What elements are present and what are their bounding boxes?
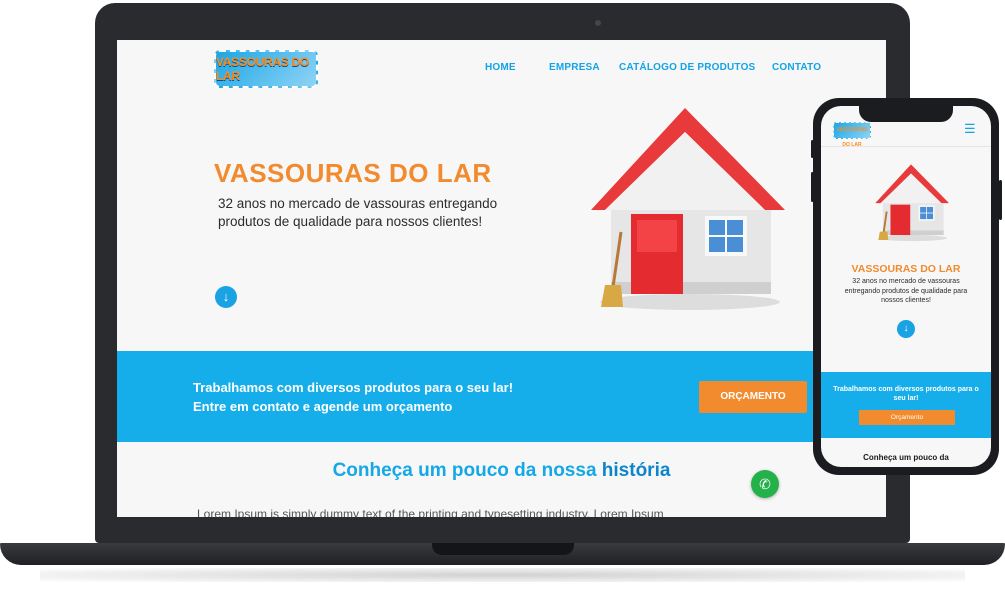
phone-power-button xyxy=(999,180,1002,220)
history-title-prefix: Conheça um pouco da nossa xyxy=(332,460,602,481)
orcamento-button[interactable]: ORÇAMENTO xyxy=(699,381,807,413)
whatsapp-icon[interactable]: ✆ xyxy=(751,470,779,498)
phone-side-button xyxy=(811,140,814,158)
banner-text: Trabalhamos com diversos produtos para o… xyxy=(193,378,513,416)
history-body: Lorem Ipsum is simply dummy text of the … xyxy=(197,507,664,517)
laptop-shadow xyxy=(40,568,965,582)
hamburger-menu-icon[interactable]: ☰ xyxy=(964,122,976,136)
nav-home[interactable]: HOME xyxy=(485,62,516,73)
mobile-orcamento-button[interactable]: Orçamento xyxy=(859,410,955,425)
mobile-hero-title: VASSOURAS DO LAR xyxy=(851,263,961,275)
arrow-down-icon[interactable]: ↓ xyxy=(897,320,915,338)
house-illustration xyxy=(585,102,785,312)
mobile-history-title: Conheça um pouco da xyxy=(863,453,949,462)
hero-title: VASSOURAS DO LAR xyxy=(214,158,492,188)
mobile-banner-text: Trabalhamos com diversos produtos para o… xyxy=(833,386,979,402)
hero-text: 32 anos no mercado de vassouras entregan… xyxy=(218,196,498,229)
mobile-website: VASSOURAS DO LAR ☰ VASSOURAS DO LAR 32 a… xyxy=(821,106,991,467)
mobile-house-illustration xyxy=(873,162,949,242)
mobile-hero-text: 32 anos no mercado de vassouras entregan… xyxy=(844,278,968,304)
mobile-header-divider xyxy=(821,146,991,147)
arrow-down-icon[interactable]: ↓ xyxy=(215,286,237,308)
phone-notch xyxy=(859,106,953,122)
history-title-highlight: história xyxy=(601,460,671,481)
nav-catalogo[interactable]: CATÁLOGO DE PRODUTOS xyxy=(619,62,755,73)
device-mockup: VASSOURAS DO LAR HOME EMPRESA CATÁLOGO D… xyxy=(0,0,1005,594)
contact-banner: Trabalhamos com diversos produtos para o… xyxy=(117,351,886,442)
desktop-website: VASSOURAS DO LAR HOME EMPRESA CATÁLOGO D… xyxy=(117,40,886,517)
laptop-camera xyxy=(595,20,601,26)
banner-line-1: Trabalhamos com diversos produtos para o… xyxy=(193,380,514,395)
laptop-hinge xyxy=(432,543,574,555)
nav-empresa[interactable]: EMPRESA xyxy=(549,62,600,73)
mobile-site-logo[interactable]: VASSOURAS DO LAR xyxy=(833,122,871,148)
site-logo[interactable]: VASSOURAS DO LAR xyxy=(214,50,318,88)
phone-volume-button xyxy=(811,172,814,202)
phone-frame: VASSOURAS DO LAR ☰ VASSOURAS DO LAR 32 a… xyxy=(813,98,999,475)
mobile-contact-banner: Trabalhamos com diversos produtos para o… xyxy=(821,372,991,438)
nav-contato[interactable]: CONTATO xyxy=(772,62,821,73)
banner-line-2: Entre em contato e agende um orçamento xyxy=(193,399,453,414)
